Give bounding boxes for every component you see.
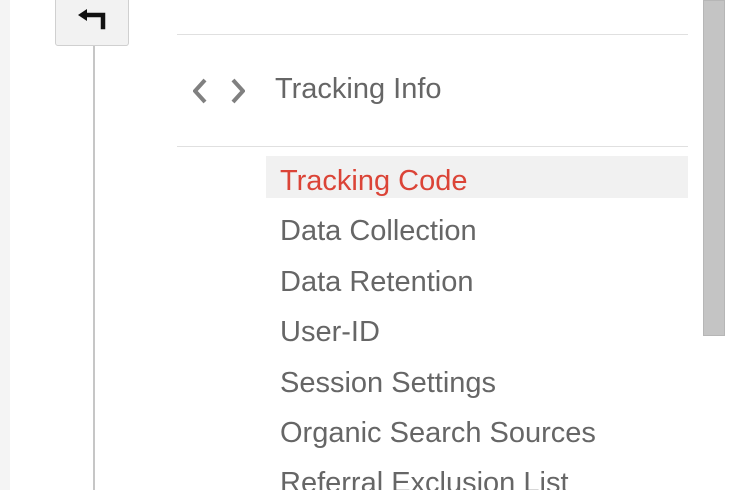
tree-connector-line bbox=[93, 46, 95, 490]
menu-item-organic-search-sources[interactable]: Organic Search Sources bbox=[266, 408, 688, 458]
menu-item-referral-exclusion-list[interactable]: Referral Exclusion List bbox=[266, 458, 688, 490]
back-arrow-icon bbox=[78, 9, 106, 30]
menu-item-data-collection[interactable]: Data Collection bbox=[266, 206, 688, 256]
right-gutter bbox=[725, 0, 736, 490]
code-brackets-icon bbox=[193, 78, 245, 104]
back-button[interactable] bbox=[55, 0, 129, 46]
admin-property-panel: Tracking Info Tracking Code Data Collect… bbox=[0, 0, 736, 490]
scrollbar-thumb[interactable] bbox=[703, 0, 725, 336]
menu-item-tracking-code[interactable]: Tracking Code bbox=[266, 156, 688, 198]
tracking-info-menu: Tracking Code Data Collection Data Reten… bbox=[266, 156, 688, 490]
menu-item-user-id[interactable]: User-ID bbox=[266, 307, 688, 357]
section-title: Tracking Info bbox=[275, 73, 442, 105]
menu-item-session-settings[interactable]: Session Settings bbox=[266, 358, 688, 408]
section-divider bbox=[177, 146, 688, 147]
tracking-info-section-header[interactable]: Tracking Info bbox=[177, 35, 688, 146]
menu-item-data-retention[interactable]: Data Retention bbox=[266, 257, 688, 307]
left-gutter bbox=[0, 0, 10, 490]
